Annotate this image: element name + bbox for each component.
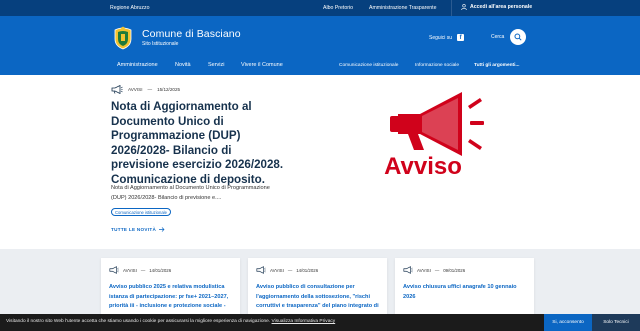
facebook-icon[interactable]: f (457, 34, 465, 41)
hero-description: Nota di Aggiornamento al Documento Unico… (111, 185, 270, 201)
card-category: AVVISI (270, 267, 284, 273)
avviso-image-text: Avviso (384, 153, 462, 178)
nav-item-amministrazione[interactable]: Amministrazione (117, 62, 158, 68)
megaphone-icon (403, 266, 413, 274)
hero-separator: — (147, 87, 153, 92)
nav-sub-tutti-argomenti[interactable]: Tutti gli argomenti... (474, 63, 519, 68)
login-label: Accedi all'area personale (470, 4, 533, 10)
nav-item-vivere-il-comune[interactable]: Vivere il Comune (241, 62, 283, 68)
main-nav: Amministrazione Novità Servizi Vivere il… (0, 61, 640, 75)
nav-sub-informazione[interactable]: Informazione sociale (415, 63, 459, 68)
amministrazione-trasparente-link[interactable]: Amministrazione Trasparente (369, 5, 436, 11)
card-separator: — (287, 267, 293, 273)
card-date: 09/01/2026 (443, 267, 466, 273)
social-follow: Seguici su f (429, 34, 465, 41)
card-category: AVVISI (123, 267, 137, 273)
municipality-crest-logo[interactable] (112, 26, 134, 50)
nav-item-servizi[interactable]: Servizi (208, 62, 225, 68)
card-date: 14/01/2026 (149, 267, 172, 273)
user-icon (461, 4, 467, 10)
card-category: AVVISI (417, 267, 431, 273)
social-label: Seguici su (429, 34, 453, 41)
search-label: Cerca (491, 34, 505, 40)
all-news-link[interactable]: TUTTE LE NOVITÀ (111, 227, 165, 232)
top-bar: Regione Abruzzo Albo Pretorio Amministra… (0, 0, 640, 16)
site-title[interactable]: Comune di Basciano (142, 28, 241, 40)
login-link[interactable]: Accedi all'area personale (461, 4, 532, 10)
topbar-divider (451, 0, 452, 16)
card-separator: — (140, 267, 146, 273)
megaphone-icon (109, 266, 119, 274)
nav-item-novita[interactable]: Novità (175, 62, 191, 68)
arrow-right-icon (159, 227, 165, 232)
topic-tag[interactable]: Comunicazione istituzionale (111, 208, 171, 216)
hero-meta: AVVISI — 15/12/2025 (111, 85, 180, 94)
hero-title[interactable]: Nota di Aggiornamento al Documento Unico… (111, 100, 291, 188)
card-meta: AVVISI — 14/01/2026 (109, 266, 171, 274)
card-meta: AVVISI — 09/01/2026 (403, 266, 465, 274)
card-title[interactable]: Avviso pubblico di consultazione per l'a… (256, 283, 382, 312)
cookie-banner: Visitando il nostro sito Web l'utente ac… (0, 314, 640, 331)
site-subtitle: Sito Istituzionale (142, 41, 179, 47)
hero-category: AVVISI (128, 87, 143, 92)
card-title[interactable]: Avviso pubblico 2025 e relativa modulist… (109, 283, 235, 312)
search-button[interactable] (510, 29, 526, 45)
nav-sub-comunicazione[interactable]: Comunicazione istituzionale (339, 63, 398, 68)
hero-date: 15/12/2025 (157, 87, 181, 92)
cookie-message: Visitando il nostro sito Web l'utente ac… (6, 319, 271, 324)
megaphone-icon (111, 85, 123, 94)
megaphone-icon (256, 266, 266, 274)
card-separator: — (434, 267, 440, 273)
site-header: Comune di Basciano Sito Istituzionale Se… (0, 16, 640, 75)
card-meta: AVVISI — 14/01/2026 (256, 266, 318, 274)
cookie-message-wrap: Visitando il nostro sito Web l'utente ac… (6, 319, 335, 324)
privacy-policy-link[interactable]: Visualizza Informativa Privacy (272, 319, 336, 324)
all-news-label: TUTTE LE NOVITÀ (111, 227, 157, 232)
region-link[interactable]: Regione Abruzzo (110, 5, 150, 11)
search-icon (514, 33, 522, 41)
albo-pretorio-link[interactable]: Albo Pretorio (323, 5, 353, 11)
card-date: 14/01/2026 (296, 267, 319, 273)
cookie-technical-only-button[interactable]: Solo Tecnici (592, 314, 640, 331)
avviso-megaphone-image: Avviso (384, 92, 484, 178)
cookie-accept-button[interactable]: Si, acconsento (544, 314, 592, 331)
card-title[interactable]: Avviso chiusura uffici anagrafe 10 genna… (403, 283, 529, 302)
